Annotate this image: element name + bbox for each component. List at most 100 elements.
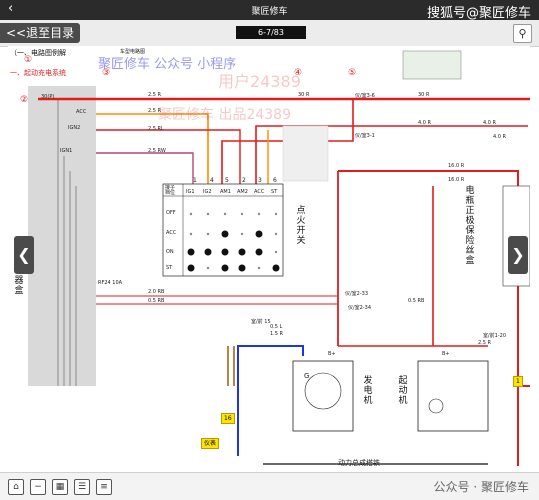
switch-contact-empty [257,212,261,216]
wire-label: 4.0 R [418,120,432,126]
bottom-toolbar: ⌂ − ▦ ☰ ≡ 公众号 · 聚匠修车 [0,472,539,500]
grid-icon[interactable]: ▦ [52,479,68,495]
switch-contact-empty [223,212,227,216]
connector-label: 室/前 15 [251,319,271,325]
switch-contact-empty [206,266,210,270]
instrument-box-bg [28,86,96,386]
switch-contact-dot [238,264,246,272]
switch-contact-empty [206,212,210,216]
switch-pin-num: 5 [225,177,229,184]
switch-contact-dot [272,264,280,272]
wire-label: 0.5 RB [408,298,425,304]
switch-contact-dot [238,248,246,256]
watermark-3: 聚匠修车 出品24389 [158,107,291,123]
next-page-icon[interactable]: ❯ [508,236,528,274]
wire-label: 1.5 R [270,331,284,337]
starter-label: 起动机 [398,376,408,406]
fuse-box-label: 电瓶正极保险丝盒 [465,186,475,266]
wire-label: 2.5 RL [148,126,164,132]
callout-5: ⑤ [348,68,357,78]
title-bar: ‹ 聚匠修车 搜狐号@聚匠修车 [0,0,539,21]
wire-label: 2.5 RW [148,148,166,154]
connector-label: 室/前1-20 [483,333,507,339]
wire-label: 30 R [298,92,310,98]
switch-contact-dot [255,230,263,238]
zoom-out-icon[interactable]: − [30,479,46,495]
prev-page-icon[interactable]: ❮ [14,236,34,274]
wire-label: 16.0 R [448,177,465,183]
switch-contact-dot [221,264,229,272]
watermark-text: 搜狐号@聚匠修车 [426,6,531,21]
switch-contact-empty [240,232,244,236]
switch-col-acc: ACC [254,189,265,195]
switch-row-on: ON [166,249,174,255]
watermark-2: 用户24389 [218,72,301,91]
connector-label: 仪/室2-33 [345,291,369,297]
switch-contact-dot [187,264,195,272]
term-ign1: IGN1 [60,148,73,154]
wire-label: 2.5 R [478,340,492,346]
connector-label: 仪/室3-6 [355,93,375,99]
wire-label: 16.0 R [448,163,465,169]
wire-label: 2.0 RB [148,289,165,295]
switch-pin-num: 4 [210,177,214,184]
term-bplus-starter: B+ [442,351,450,357]
bottom-watermark: 公众号 · 聚匠修车 [433,480,529,494]
switch-contact-empty [240,212,244,216]
instrument-tag: 仪表 [201,438,220,449]
switch-contact-dot [221,230,229,238]
switch-contact-empty [274,250,278,254]
back-to-toc-button[interactable]: <<退至目录 [0,23,81,43]
document-toolbar: <<退至目录 6-7/83 ⚲ [0,20,539,47]
wire-label: 30 R [418,92,430,98]
menu-icon[interactable]: ☰ [74,479,90,495]
wire-label: 2.5 R [148,92,162,98]
switch-contact-empty [189,212,193,216]
generator-g-label: G [304,372,310,380]
switch-col-st: ST [271,189,278,195]
switch-contact-empty [206,232,210,236]
wire-label: 4.0 R [483,120,497,126]
page-indicator[interactable]: 6-7/83 [236,26,306,39]
switch-contact-empty [257,266,261,270]
switch-pin-num: 1 [193,177,197,184]
switch-contact-dot [221,248,229,256]
section-title: （一、电路图例解 [10,49,66,57]
wiring-diagram-page: （一、电路图例解 一、起动充电系统 车型电路图 聚匠修车 公众号 小程序 用户2… [8,46,530,470]
switch-col-ig1: IG1 [186,189,195,195]
wire-label: 4.0 R [493,134,507,140]
term-bplus-gen: B+ [328,351,336,357]
switch-table-corner: 接子 档位 [165,185,176,196]
app-window: ‹ 聚匠修车 搜狐号@聚匠修车 <<退至目录 6-7/83 ⚲ （一、电路图例解… [0,0,539,500]
switch-contact-dot [204,248,212,256]
term-30p: 30(P) [41,94,55,100]
switch-pin-num: 3 [258,177,262,184]
switch-row-off: OFF [166,210,176,216]
ignition-switch-label: 点火开关 [296,206,306,246]
switch-col-am2: AM2 [237,189,248,195]
pin-tag: 16 [221,413,235,424]
term-acc: ACC [76,109,87,115]
home-icon[interactable]: ⌂ [8,479,24,495]
wire-label: 0.5 RB [148,298,165,304]
switch-contact-empty [274,212,278,216]
switch-row-acc: ACC [166,230,177,236]
switch-contact-dot [187,248,195,256]
switch-row-st: ST [166,265,173,271]
fuse-label: RF24 10A [98,280,123,286]
switch-pin-num: 6 [273,177,277,184]
wire-label: 0.5 L [270,324,283,330]
switch-contact-dot [255,248,263,256]
callout-4: ④ [294,68,303,78]
callout-2: ② [20,95,29,105]
generator-label: 发电机 [363,376,373,406]
list-icon[interactable]: ≡ [96,479,112,495]
callout-1: ① [24,55,33,65]
switch-contact-empty [274,232,278,236]
term-ign2: IGN2 [68,125,81,131]
search-icon[interactable]: ⚲ [513,24,532,43]
switch-col-am1: AM1 [220,189,231,195]
callout-3: ③ [102,68,111,78]
switch-pin-num: 2 [242,177,246,184]
ground-label: 动力总成搭铁 [338,459,380,467]
